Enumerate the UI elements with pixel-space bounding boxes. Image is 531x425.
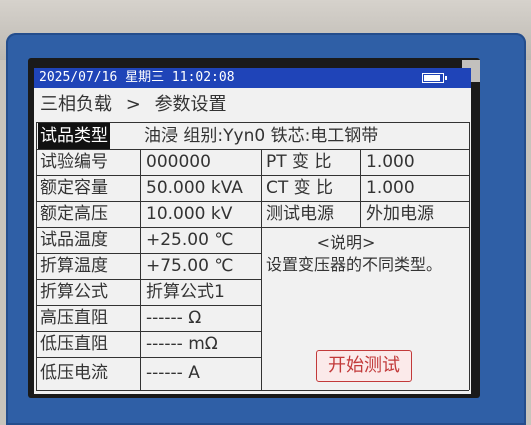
row-label[interactable]: 折算公式	[40, 279, 108, 305]
row-label[interactable]: 额定容量	[40, 175, 108, 201]
lcd-screen: 2025/07/16 星期三 11:02:08 三相负载 > 参数设置 试品类型…	[34, 68, 471, 394]
row-label[interactable]: 额定高压	[40, 201, 108, 227]
help-text: 设置变压器的不同类型。	[266, 255, 443, 274]
table-left-border	[36, 122, 37, 390]
row-label[interactable]: 试品温度	[40, 227, 108, 253]
status-bar: 2025/07/16 星期三 11:02:08	[34, 68, 471, 88]
row-divider	[36, 357, 261, 358]
ct-ratio-value[interactable]: 1.000	[366, 175, 415, 201]
row-value-type[interactable]: 油浸 组别:Yyn0 铁芯:电工钢带	[144, 123, 378, 149]
power-source-value[interactable]: 外加电源	[366, 201, 434, 227]
breadcrumb: 三相负载 > 参数设置	[40, 92, 235, 118]
row-label-type[interactable]: 试品类型	[38, 123, 110, 149]
breadcrumb-page: 参数设置	[154, 94, 227, 115]
row-value: ------ Ω	[146, 308, 202, 328]
help-panel: <说明> 设置变压器的不同类型。	[266, 232, 466, 276]
table-right-border	[469, 122, 470, 390]
breadcrumb-separator: >	[125, 94, 141, 115]
start-test-button[interactable]: 开始测试	[316, 350, 412, 382]
row-value[interactable]: 50.000 kVA	[146, 175, 243, 201]
help-title: <说明>	[316, 233, 376, 252]
row-label[interactable]: 试验编号	[40, 149, 108, 175]
table-bottom-border	[36, 390, 469, 391]
row-label[interactable]: 折算温度	[40, 253, 108, 279]
row-value[interactable]: +25.00 ℃	[146, 227, 233, 253]
row-label[interactable]: 低压直阻	[40, 331, 108, 357]
middle-divider	[261, 149, 262, 390]
power-source-label[interactable]: 测试电源	[266, 201, 334, 227]
ct-ratio-label[interactable]: CT 变 比	[266, 175, 333, 201]
row-value[interactable]: +75.00 ℃	[146, 253, 233, 279]
row-label[interactable]: 高压直阻	[40, 305, 108, 331]
datetime-text: 2025/07/16 星期三 11:02:08	[39, 70, 235, 85]
pt-ratio-label[interactable]: PT 变 比	[266, 149, 331, 175]
breadcrumb-section[interactable]: 三相负载	[40, 94, 112, 115]
row-value: ------ A	[146, 363, 200, 383]
row-value[interactable]: 折算公式1	[146, 279, 225, 305]
right-label-divider	[360, 149, 361, 227]
row-value[interactable]: 10.000 kV	[146, 201, 232, 227]
label-column-divider	[140, 149, 141, 390]
row-value: ------ mΩ	[146, 334, 218, 354]
row-label[interactable]: 低压电流	[40, 360, 108, 386]
pt-ratio-value[interactable]: 1.000	[366, 149, 415, 175]
row-value[interactable]: 000000	[146, 149, 211, 175]
battery-icon	[422, 73, 447, 83]
